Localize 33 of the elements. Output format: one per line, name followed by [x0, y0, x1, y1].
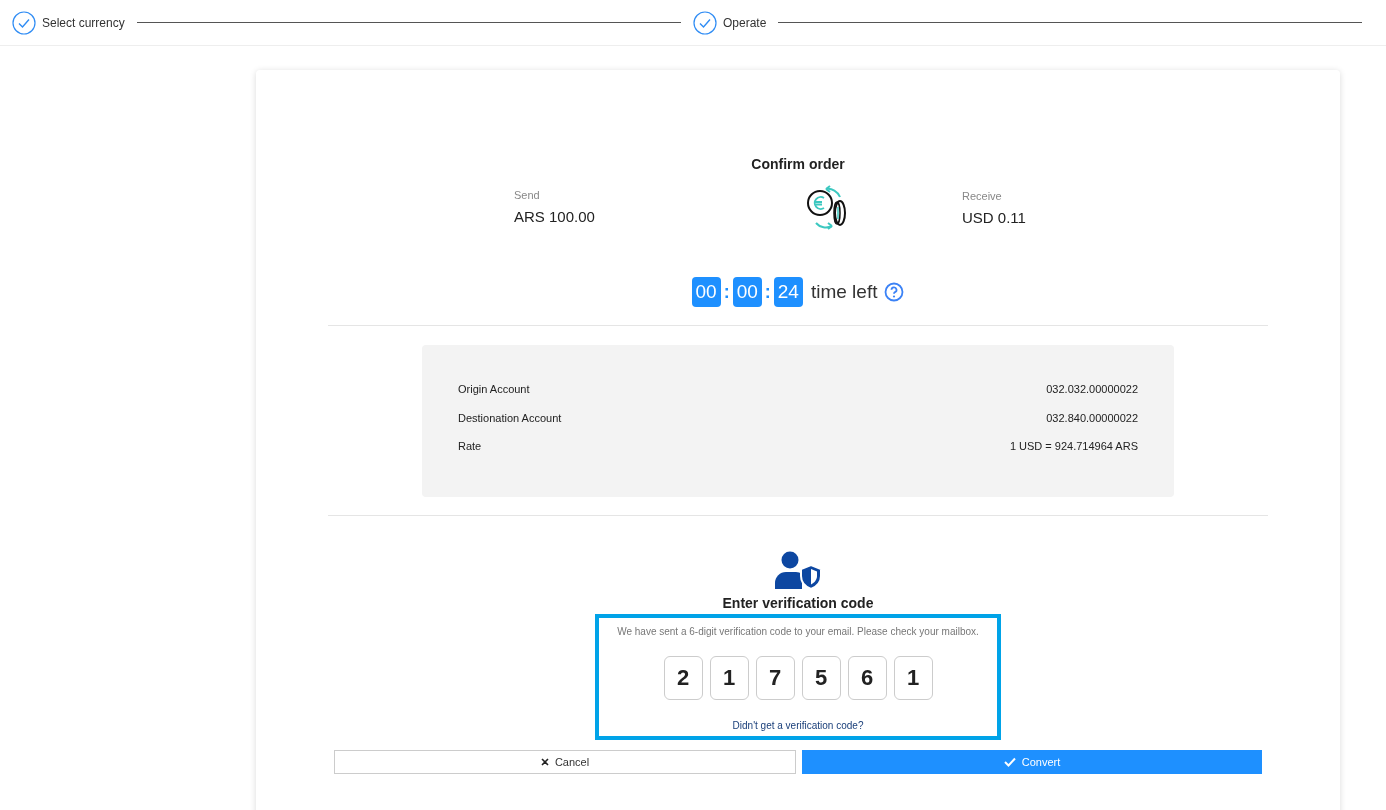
card-title: Confirm order — [751, 155, 845, 174]
code-digit-field[interactable]: 2 — [663, 656, 703, 700]
timer-label: time left — [810, 279, 878, 304]
timer-separator: : — [764, 280, 771, 304]
close-icon — [540, 758, 549, 766]
send-amount: ARS 100.00 — [514, 206, 596, 227]
info-message: We have sent a 6-digit verification code to your email. Please check your mailbox. — [617, 625, 979, 639]
check-icon — [1003, 757, 1016, 767]
detail-value: 1 USD = 924.714964 ARS — [1009, 439, 1138, 454]
detail-value: 032.032.00000022 — [1046, 382, 1138, 397]
step-label: Select currency — [42, 14, 125, 32]
timer-digits: 00 — [691, 277, 721, 307]
help-icon[interactable] — [884, 282, 905, 302]
code-digit-field[interactable]: 6 — [847, 656, 887, 700]
detail-label: Origin Account — [458, 382, 530, 397]
timer-digits: 00 — [732, 277, 762, 307]
detail-label: Rate — [458, 439, 482, 454]
timer-digits: 24 — [773, 277, 803, 307]
step-label: Operate — [723, 14, 767, 32]
cancel-button[interactable]: Cancel — [334, 750, 796, 774]
send-label: Send — [514, 188, 541, 203]
receive-label: Receive — [962, 189, 1003, 204]
receive-amount: USD 0.11 — [962, 207, 1027, 228]
user-shield-icon — [775, 551, 821, 589]
code-digit-field[interactable]: 1 — [893, 656, 933, 700]
section-title: Enter verification code — [722, 595, 874, 611]
resend-code-link[interactable]: Didn't get a verification code? — [732, 718, 864, 733]
code-digit-field[interactable]: 7 — [755, 656, 795, 700]
detail-value: 032.840.00000022 — [1046, 410, 1138, 426]
detail-label: Destionation Account — [458, 410, 562, 426]
code-digit-field[interactable]: 1 — [709, 656, 749, 700]
timer-separator: : — [723, 280, 730, 304]
code-digit-field[interactable]: 5 — [801, 656, 841, 700]
